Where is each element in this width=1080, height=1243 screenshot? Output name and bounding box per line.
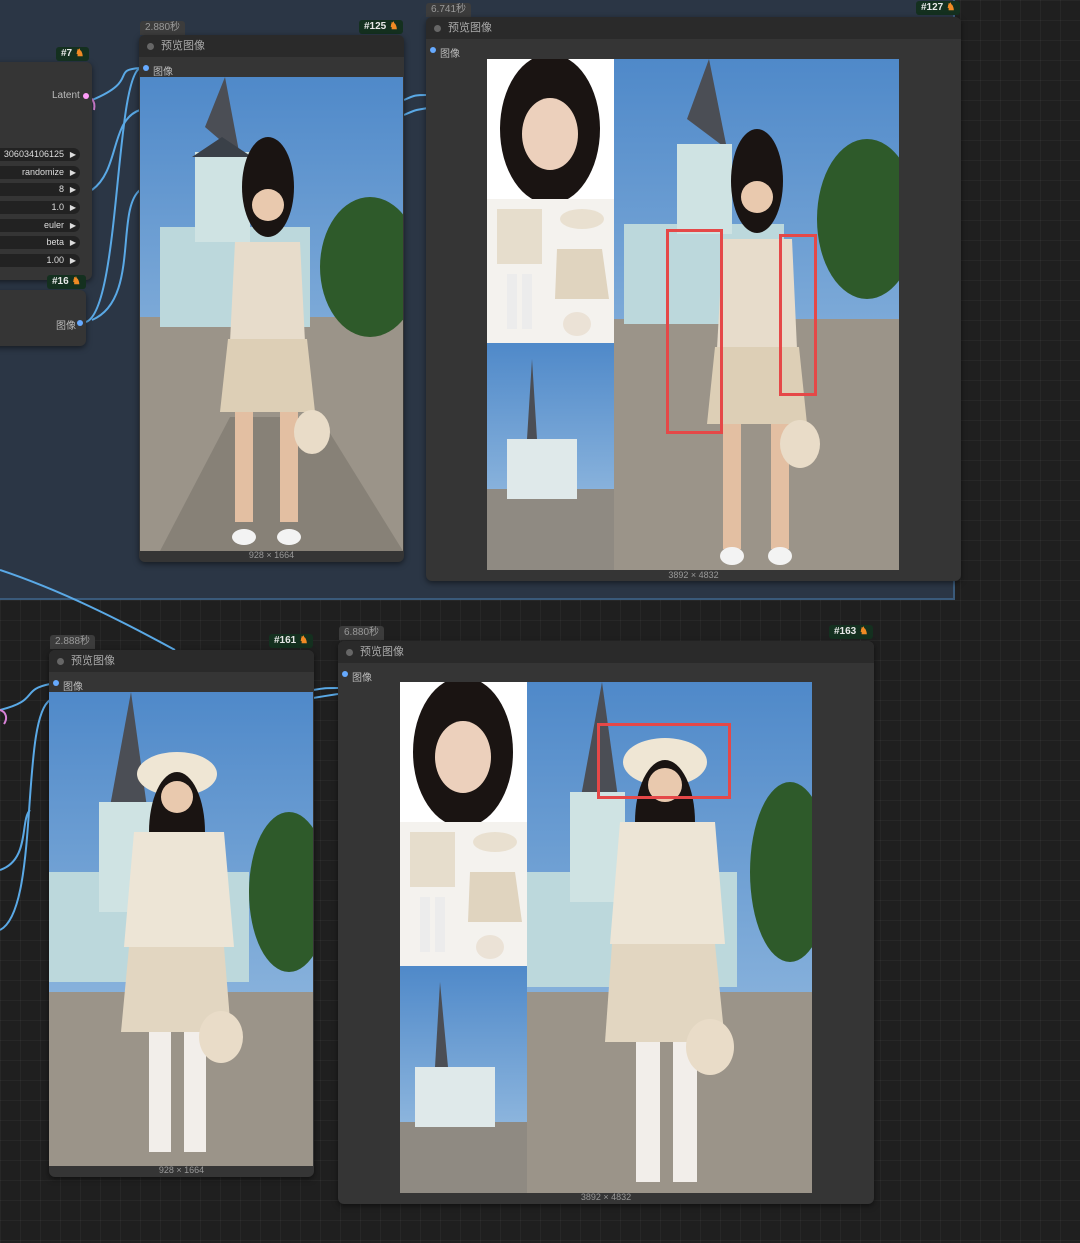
fox-icon: ♞ (946, 2, 956, 13)
highlight-box (666, 229, 723, 434)
timing-badge: 6.741秒 (426, 3, 472, 17)
node-id-badge: #163 ♞ (829, 625, 874, 639)
latent-output-slot[interactable] (83, 93, 89, 99)
image-slot-label: 图像 (352, 673, 372, 684)
arrow-right-icon: ▶ (69, 203, 76, 212)
control-after-generate-widget[interactable]: randomize ▶ (0, 166, 80, 179)
preview-image-node[interactable]: 预览图像 图像 3892 × 4832 (426, 17, 961, 581)
scheduler-widget[interactable]: beta ▶ (0, 236, 80, 249)
sampler-value: euler (43, 220, 64, 230)
arrow-right-icon: ▶ (69, 221, 76, 230)
image-size-label: 928 × 1664 (158, 1165, 205, 1175)
cfg-value: 1.0 (51, 202, 64, 212)
fox-icon: ♞ (75, 48, 85, 59)
arrow-right-icon: ▶ (69, 150, 76, 159)
image-input-slot[interactable] (143, 65, 149, 71)
preview-image[interactable] (140, 77, 403, 551)
image-size-label: 928 × 1664 (248, 550, 295, 560)
timing-badge: 2.888秒 (50, 635, 96, 649)
arrow-right-icon: ▶ (69, 168, 76, 177)
steps-widget[interactable]: 8 ▶ (0, 183, 80, 196)
node-id-badge: #127 ♞ (916, 1, 961, 15)
seed-widget[interactable]: 306034106125 ▶ (0, 148, 80, 161)
image-output-slot[interactable] (77, 320, 83, 326)
arrow-right-icon: ▶ (69, 256, 76, 265)
preview-image[interactable] (49, 692, 313, 1166)
seed-value: 306034106125 (3, 149, 64, 159)
denoise-widget[interactable]: 1.00 ▶ (0, 254, 80, 267)
node-title: 预览图像 (360, 646, 404, 658)
steps-value: 8 (58, 184, 64, 194)
denoise-value: 1.00 (46, 255, 64, 265)
fox-icon: ♞ (71, 276, 81, 287)
cfg-widget[interactable]: 1.0 ▶ (0, 201, 80, 214)
preview-image[interactable] (487, 59, 899, 570)
fox-icon: ♞ (389, 21, 399, 32)
scheduler-value: beta (46, 237, 64, 247)
highlight-box (779, 234, 817, 396)
decode-node[interactable]: 图像 (0, 290, 86, 346)
sampler-node[interactable]: Latent 306034106125 ▶ randomize ▶ 8 ▶ 1.0 ▶ … (0, 62, 92, 280)
node-title: 预览图像 (161, 40, 205, 52)
fox-icon: ♞ (859, 626, 869, 637)
image-size-label: 3892 × 4832 (580, 1192, 632, 1202)
arrow-right-icon: ▶ (69, 185, 76, 194)
highlight-box (597, 723, 731, 799)
timing-badge: 6.880秒 (339, 626, 385, 640)
image-input-slot[interactable] (342, 671, 348, 677)
control-value: randomize (21, 167, 64, 177)
image-output-label: 图像 (56, 321, 76, 332)
collapse-dot[interactable] (147, 43, 154, 50)
image-input-slot[interactable] (430, 47, 436, 53)
image-size-label: 3892 × 4832 (668, 570, 719, 580)
image-slot-label: 图像 (440, 49, 460, 60)
fox-icon: ♞ (299, 635, 309, 646)
image-input-slot[interactable] (53, 680, 59, 686)
sampler-name-widget[interactable]: euler ▶ (0, 219, 80, 232)
preview-image-node[interactable]: 预览图像 图像 928 × 1664 (139, 35, 404, 562)
latent-output-label: Latent (52, 90, 80, 101)
node-id-badge: #16 ♞ (47, 275, 86, 289)
arrow-right-icon: ▶ (69, 238, 76, 247)
node-id-badge: #161 ♞ (269, 634, 314, 648)
preview-image[interactable] (400, 682, 812, 1193)
node-id-badge: #125 ♞ (359, 20, 404, 34)
preview-image-node[interactable]: 预览图像 图像 3892 × 4832 (338, 641, 874, 1204)
node-title: 预览图像 (71, 655, 115, 667)
preview-image-node[interactable]: 预览图像 图像 928 × 1664 (49, 650, 314, 1177)
collapse-dot[interactable] (434, 25, 441, 32)
collapse-dot[interactable] (57, 658, 64, 665)
collapse-dot[interactable] (346, 649, 353, 656)
timing-badge: 2.880秒 (140, 21, 186, 35)
image-slot-label: 图像 (63, 682, 83, 693)
node-title: 预览图像 (448, 22, 492, 34)
image-slot-label: 图像 (153, 67, 173, 78)
node-id-badge: #7 ♞ (56, 47, 90, 61)
